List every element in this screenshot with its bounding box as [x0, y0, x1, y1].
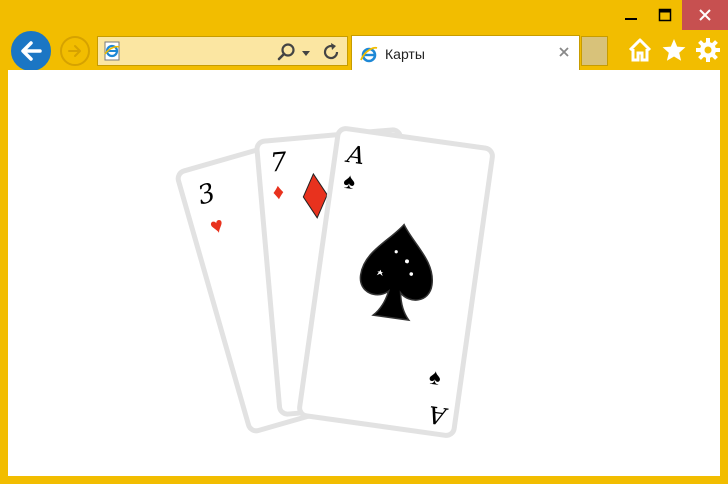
tab-title: Карты: [385, 46, 425, 62]
home-button[interactable]: [626, 36, 654, 64]
search-icon[interactable]: [277, 42, 297, 62]
tab-close-button[interactable]: [556, 44, 572, 60]
browser-window: Карты 3 ♥ 7 ♦ A ♠ A ♠: [0, 0, 728, 484]
back-arrow-icon: [21, 41, 42, 61]
address-bar[interactable]: [97, 36, 348, 66]
favorites-button[interactable]: [660, 36, 688, 64]
forward-button[interactable]: [60, 36, 90, 66]
close-icon: [559, 47, 569, 57]
page-content: 3 ♥ 7 ♦ A ♠ A ♠: [8, 70, 720, 476]
browser-command-icons: [626, 36, 722, 64]
cards-illustration: 3 ♥ 7 ♦ A ♠ A ♠: [175, 126, 495, 438]
settings-gear-icon: [696, 38, 720, 62]
titlebar-controls: [614, 0, 728, 30]
refresh-icon[interactable]: [320, 41, 342, 63]
maximize-button[interactable]: [648, 0, 682, 30]
minimize-button[interactable]: [614, 0, 648, 30]
card-rank: 7: [269, 147, 289, 178]
close-button[interactable]: [682, 0, 728, 30]
home-icon: [628, 38, 652, 62]
settings-button[interactable]: [694, 36, 722, 64]
chevron-down-icon[interactable]: [301, 48, 311, 58]
forward-arrow-icon: [68, 45, 81, 57]
ie-page-icon: [104, 41, 120, 61]
address-input[interactable]: [126, 40, 280, 64]
navigation-bar: Карты: [0, 29, 728, 73]
tab-active[interactable]: Карты: [351, 35, 580, 70]
ie-logo-icon: [360, 46, 378, 63]
maximize-icon: [658, 8, 672, 22]
new-tab-button[interactable]: [581, 36, 608, 66]
card-suit: ♦: [272, 179, 285, 205]
back-button[interactable]: [9, 29, 53, 73]
favorites-star-icon: [662, 39, 686, 61]
minimize-icon: [625, 18, 637, 20]
close-icon: [699, 9, 711, 21]
